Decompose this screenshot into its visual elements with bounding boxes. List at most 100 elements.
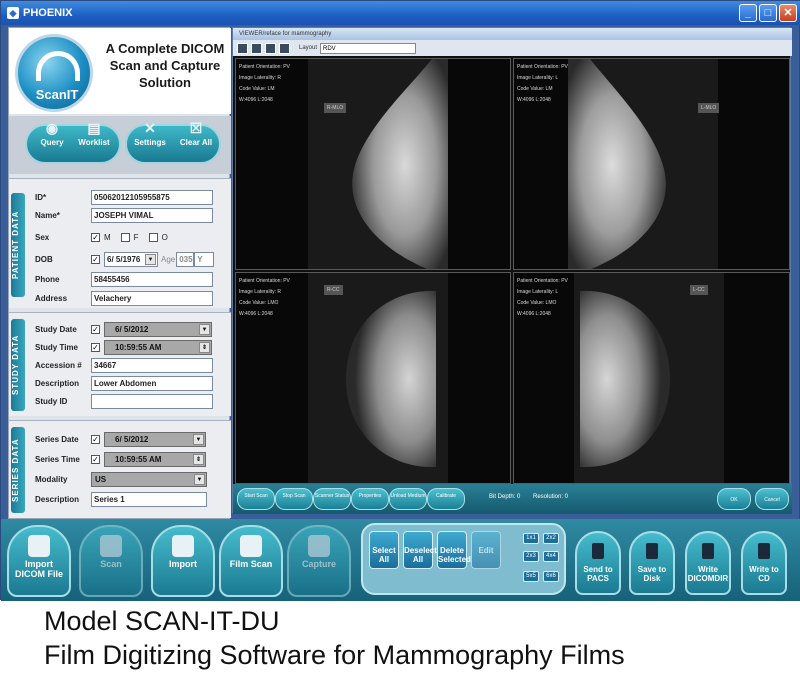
layout-2x3-button[interactable]: 2x3 (523, 551, 539, 562)
scan-button[interactable]: Scan (79, 525, 143, 597)
select-all-button[interactable]: Select All (369, 531, 399, 569)
study-id-field[interactable] (91, 393, 213, 409)
unload-medium-button[interactable]: Unload Medium (389, 488, 427, 510)
import-dicom-file-button[interactable]: Import DICOM File (7, 525, 71, 597)
accession-field[interactable]: 34667 (91, 357, 213, 373)
edit-button[interactable]: Edit (471, 531, 501, 569)
write-cd-icon (758, 543, 770, 559)
viewer-tool-3-icon[interactable] (265, 42, 276, 54)
layout-2x2-button[interactable]: 2x2 (543, 533, 559, 544)
cancel-button[interactable]: Cancel (755, 488, 789, 510)
sex-o-checkbox[interactable] (148, 232, 158, 242)
image-quadrant-1[interactable]: Patient Orientation: PV Image Laterality:… (235, 58, 511, 270)
scan-icon (100, 535, 122, 557)
dob-field[interactable]: 6/ 5/1976 ▼ (104, 251, 158, 267)
series-time-checkbox[interactable]: ✓ (91, 454, 100, 464)
image-viewer: VIEWER/reface for mammography Layout RDV (232, 27, 792, 514)
stop-scan-button[interactable]: Stop Scan (275, 488, 313, 510)
send-to-pacs-button[interactable]: Send to PACS (575, 531, 621, 595)
study-time-field[interactable]: 10:59:55 AM ⇕ (104, 339, 212, 355)
bit-depth-status: Bit Depth: 0 (489, 494, 521, 500)
maximize-button[interactable]: □ (759, 4, 777, 22)
series-date-label: Series Date (35, 434, 79, 444)
capture-button[interactable]: Capture (287, 525, 351, 597)
spinner-icon[interactable]: ⇕ (199, 341, 210, 353)
viewer-tool-4-icon[interactable] (279, 42, 290, 54)
quadrant-2-marker: L-MLO (698, 103, 720, 113)
modality-select[interactable]: US ▼ (91, 471, 207, 487)
patient-data-tab[interactable]: PATIENT DATA (11, 193, 25, 297)
age-field[interactable]: 035 (176, 251, 195, 267)
dob-checkbox[interactable]: ✓ (91, 254, 100, 264)
chevron-down-icon[interactable]: ▼ (194, 473, 205, 485)
study-date-label: Study Date (35, 324, 77, 334)
layout-select[interactable]: RDV (320, 42, 417, 54)
series-time-label: Series Time (35, 454, 80, 464)
scanner-status-button[interactable]: Scanner Status (313, 488, 351, 510)
study-description-label: Description (35, 378, 80, 388)
capture-icon (308, 535, 330, 557)
series-description-label: Description (35, 494, 80, 504)
import-button[interactable]: Import (151, 525, 215, 597)
age-unit-select[interactable]: Y (194, 251, 215, 267)
layout-4x4-button[interactable]: 4x4 (543, 551, 559, 562)
chevron-down-icon[interactable]: ▼ (145, 253, 156, 265)
image-quadrant-4[interactable]: Patient Orientation: PV Image Laterality:… (513, 272, 790, 484)
quadrant-3-info: Patient Orientation: PV Image Laterality:… (239, 278, 290, 317)
sex-m-checkbox[interactable]: ✓ (91, 232, 100, 242)
film-scan-icon (240, 535, 262, 557)
image-quadrant-3[interactable]: Patient Orientation: PV Image Laterality:… (235, 272, 511, 484)
write-dicomdir-button[interactable]: Write DICOMDIR (685, 531, 731, 595)
study-date-checkbox[interactable]: ✓ (91, 324, 100, 334)
settings-icon: ✕ (144, 120, 156, 136)
layout-5x5-button[interactable]: 5x5 (523, 571, 539, 582)
properties-button[interactable]: Properties (351, 488, 389, 510)
chevron-down-icon[interactable]: ▼ (193, 433, 204, 445)
deselect-all-button[interactable]: Deselect All (403, 531, 437, 569)
series-description-field[interactable]: Series 1 (91, 491, 207, 507)
spinner-icon[interactable]: ⇕ (193, 453, 204, 465)
minimize-button[interactable]: _ (739, 4, 757, 22)
title-bar: ◆ PHOENIX _ □ ✕ (1, 1, 800, 25)
clear-all-icon: ☒ (189, 120, 203, 136)
write-to-cd-button[interactable]: Write to CD (741, 531, 787, 595)
phone-field[interactable]: 58455456 (91, 271, 213, 287)
close-button[interactable]: ✕ (779, 4, 797, 22)
app-window: ◆ PHOENIX _ □ ✕ ScanIT A Complete DICOM … (0, 0, 800, 601)
series-date-checkbox[interactable]: ✓ (91, 434, 100, 444)
save-to-disk-button[interactable]: Save to Disk (629, 531, 675, 595)
worklist-icon: ▤ (87, 120, 101, 136)
start-scan-button[interactable]: Start Scan (237, 488, 275, 510)
calibrate-button[interactable]: Calibrate (427, 488, 465, 510)
window-title: PHOENIX (23, 7, 73, 19)
address-field[interactable]: Velachery (91, 290, 213, 306)
patient-id-field[interactable]: 05062012105955875 (91, 189, 213, 205)
name-label: Name* (35, 210, 60, 220)
sex-label: Sex (35, 232, 50, 242)
clear-all-button[interactable]: ☒ Clear All (173, 118, 219, 154)
age-label: Age (161, 254, 176, 264)
query-button[interactable]: ◉ Query (29, 118, 75, 154)
delete-selected-button[interactable]: Delete Selected (437, 531, 471, 569)
layout-1x1-button[interactable]: 1x1 (523, 533, 539, 544)
study-data-tab[interactable]: STUDY DATA (11, 319, 25, 411)
settings-button[interactable]: ✕ Settings (127, 118, 173, 154)
worklist-button[interactable]: ▤ Worklist (71, 118, 117, 154)
app-icon: ◆ (7, 7, 19, 19)
sex-f-checkbox[interactable] (120, 232, 130, 242)
series-data-tab[interactable]: SERIES DATA (11, 427, 25, 513)
viewer-tool-2-icon[interactable] (251, 42, 262, 54)
series-date-field[interactable]: 6/ 5/2012 ▼ (104, 431, 206, 447)
study-date-field[interactable]: 6/ 5/2012 ▼ (104, 321, 212, 337)
layout-6x6-button[interactable]: 6x6 (543, 571, 559, 582)
study-description-field[interactable]: Lower Abdomen (91, 375, 213, 391)
quadrant-4-marker: L-CC (690, 285, 708, 295)
film-scan-button[interactable]: Film Scan (219, 525, 283, 597)
patient-name-field[interactable]: JOSEPH VIMAL (91, 207, 213, 223)
chevron-down-icon[interactable]: ▼ (199, 323, 210, 335)
series-time-field[interactable]: 10:59:55 AM ⇕ (104, 451, 206, 467)
image-quadrant-2[interactable]: Patient Orientation: PV Image Laterality:… (513, 58, 790, 270)
study-time-checkbox[interactable]: ✓ (91, 342, 100, 352)
ok-button[interactable]: OK (717, 488, 751, 510)
viewer-tool-1-icon[interactable] (237, 42, 248, 54)
